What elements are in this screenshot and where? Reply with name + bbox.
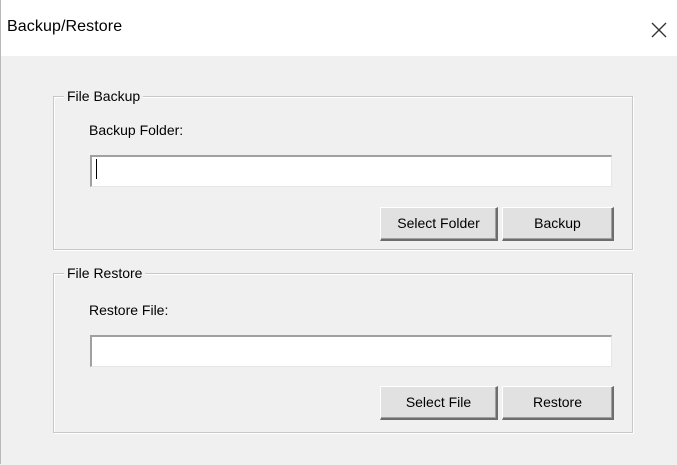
close-button[interactable]: [641, 12, 675, 46]
file-restore-group-label: File Restore: [64, 264, 146, 282]
title-bar: Backup/Restore: [1, 0, 677, 56]
restore-file-field[interactable]: [90, 335, 612, 367]
backup-restore-dialog: Backup/Restore File Backup Backup Folder…: [0, 0, 677, 464]
restore-file-label: Restore File:: [89, 302, 169, 318]
backup-button[interactable]: Backup: [502, 207, 614, 241]
window-title: Backup/Restore: [7, 18, 123, 35]
restore-button[interactable]: Restore: [502, 386, 614, 420]
close-icon: [651, 22, 667, 38]
select-folder-button[interactable]: Select Folder: [380, 207, 498, 241]
backup-folder-field-wrap: [90, 155, 612, 187]
file-backup-group: File Backup Backup Folder: Select Folder…: [53, 87, 633, 250]
file-backup-group-label: File Backup: [64, 87, 144, 105]
select-file-button[interactable]: Select File: [380, 386, 498, 420]
file-restore-group: File Restore Restore File: Select File R…: [53, 264, 633, 433]
text-caret: [96, 159, 97, 179]
backup-folder-field[interactable]: [90, 155, 612, 187]
backup-folder-label: Backup Folder:: [89, 122, 184, 138]
